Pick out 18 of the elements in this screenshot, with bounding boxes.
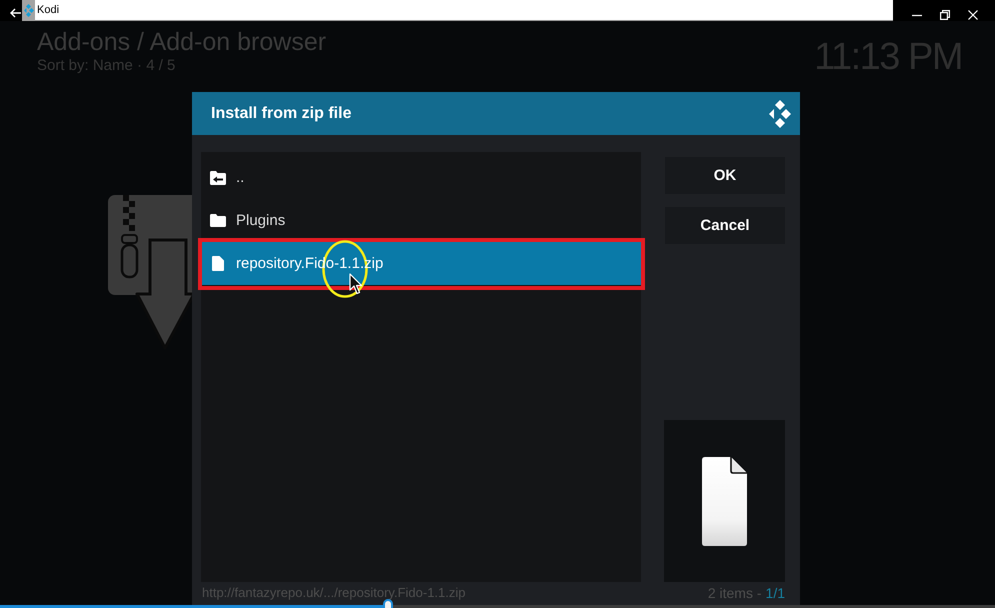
ok-button[interactable]: OK (665, 157, 785, 194)
logo-icon (768, 98, 792, 128)
page-count-text: 1/1 (766, 585, 785, 601)
cancel-button[interactable]: Cancel (665, 207, 785, 244)
file-list-item[interactable]: Plugins (201, 199, 641, 242)
mouse-pointer-icon (349, 273, 363, 295)
window-title: Kodi (37, 4, 60, 16)
dialog-title: Install from zip file (211, 104, 352, 124)
seek-handle[interactable] (383, 599, 394, 608)
folder-icon (210, 214, 226, 227)
file-list-item[interactable]: .. (201, 156, 641, 199)
restore-icon[interactable] (940, 10, 950, 20)
file-icon (212, 256, 224, 271)
folder-back-icon (210, 170, 226, 184)
seek-bar-track[interactable] (0, 605, 995, 608)
file-icon (702, 456, 747, 546)
close-icon[interactable] (968, 10, 978, 20)
back-arrow-icon[interactable] (10, 8, 22, 18)
